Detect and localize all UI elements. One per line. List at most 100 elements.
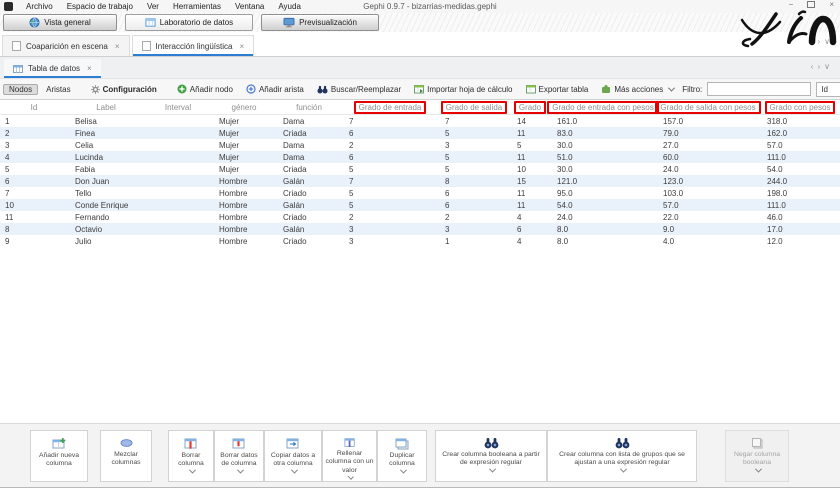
table-row[interactable]: 10Conde EnriqueHombreGalán561154.057.011… xyxy=(0,199,840,211)
column-header-5[interactable]: Grado de entrada xyxy=(342,101,438,114)
table-cell: 5 xyxy=(342,165,438,174)
table-cell: Hombre xyxy=(212,237,276,246)
table-row[interactable]: 11FernandoHombreCriado22424.022.046.0 xyxy=(0,211,840,223)
tab-nav-more-icon[interactable]: ∨ xyxy=(824,62,834,71)
menu-item-1[interactable]: Espacio de trabajo xyxy=(60,1,140,12)
column-action-button-5[interactable]: Rellenar columna con un valor xyxy=(322,430,377,482)
column-header-7[interactable]: Grado xyxy=(510,101,550,114)
tab-nav-more-icon[interactable]: ∨ xyxy=(824,37,834,46)
column-action-button-3[interactable]: Borrar datos de columna xyxy=(214,430,264,482)
table-cell: 17.0 xyxy=(760,225,840,234)
table-row[interactable]: 9JulioHombreCriado3148.04.012.0 xyxy=(0,235,840,247)
table-row[interactable]: 3CeliaMujerDama23530.027.057.0 xyxy=(0,139,840,151)
minimize-icon[interactable]: − xyxy=(789,0,794,9)
close-tab-icon[interactable]: × xyxy=(115,42,120,51)
menu-item-2[interactable]: Ver xyxy=(140,1,166,12)
column-header-1[interactable]: Label xyxy=(68,103,144,112)
column-header-0[interactable]: Id xyxy=(0,103,68,112)
tab-nav-controls[interactable]: ‹›∨ xyxy=(811,62,834,71)
table-row[interactable]: 1BelisaMujerDama7714161.0157.0318.0 xyxy=(0,115,840,127)
column-action-button-1[interactable]: Mezclar columnas xyxy=(100,430,152,482)
menu-item-4[interactable]: Ventana xyxy=(228,1,271,12)
table-cell: 24.0 xyxy=(656,165,760,174)
column-action-button-8[interactable]: Crear columna con lista de grupos que se… xyxy=(547,430,697,482)
table-cell: 1 xyxy=(0,117,68,126)
close-tab-icon[interactable]: × xyxy=(87,64,92,73)
column-header-4[interactable]: función xyxy=(276,103,342,112)
column-header-2[interactable]: Interval xyxy=(144,103,212,112)
add-node-button[interactable]: Añadir nodo xyxy=(172,83,238,95)
table-cell: 30.0 xyxy=(550,165,656,174)
table-cell: Octavio xyxy=(68,225,144,234)
table-cell: Don Juan xyxy=(68,177,144,186)
close-tab-icon[interactable]: × xyxy=(239,42,244,51)
column-action-button-4[interactable]: Copiar datos a otra columna xyxy=(264,430,322,482)
search-replace-button[interactable]: Buscar/Reemplazar xyxy=(312,84,406,95)
maximize-icon[interactable] xyxy=(807,1,815,8)
table-cell: 3 xyxy=(438,225,510,234)
column-action-button-0[interactable]: Añadir nueva columna xyxy=(30,430,88,482)
table-cell: 79.0 xyxy=(656,129,760,138)
table-copy-icon xyxy=(286,437,300,450)
table-row[interactable]: 4LucindaMujerDama651151.060.0111.0 xyxy=(0,151,840,163)
table-cell: 8.0 xyxy=(550,225,656,234)
filter-input[interactable] xyxy=(707,82,811,96)
tab-nav-controls[interactable]: ‹›∨ xyxy=(811,37,834,46)
table-cell: 162.0 xyxy=(760,129,840,138)
menu-item-3[interactable]: Herramientas xyxy=(166,1,228,12)
table-cell: 2 xyxy=(342,213,438,222)
table-row[interactable]: 5FabiaMujerCriada551030.024.054.0 xyxy=(0,163,840,175)
add-edge-button[interactable]: Añadir arista xyxy=(241,83,309,95)
table-cell: 11 xyxy=(510,129,550,138)
column-action-button-7[interactable]: Crear columna booleana a partir de expre… xyxy=(435,430,547,482)
nodes-button[interactable]: Nodos xyxy=(3,84,38,95)
workspace-mode-bar: Vista general Laboratorio de datos Previsu… xyxy=(0,13,840,32)
table-cell: Dama xyxy=(276,153,342,162)
menu-item-0[interactable]: Archivo xyxy=(19,1,60,12)
export-table-button[interactable]: Exportar tabla xyxy=(521,83,594,95)
column-action-button-6[interactable]: Duplicar columna xyxy=(377,430,427,482)
more-actions-button[interactable]: Más acciones xyxy=(596,83,679,95)
tab-tabla-de-datos[interactable]: Tabla de datos × xyxy=(4,59,101,78)
close-icon[interactable]: × xyxy=(829,0,834,9)
workspace-tab-0[interactable]: Coaparición en escena× xyxy=(2,35,130,56)
menu-item-5[interactable]: Ayuda xyxy=(271,1,308,12)
column-header-9[interactable]: Grado de salida con pesos xyxy=(656,101,760,114)
table-row[interactable]: 8OctavioHombreGalán3368.09.017.0 xyxy=(0,223,840,235)
table-cell: 7 xyxy=(0,189,68,198)
table-cell: 3 xyxy=(438,141,510,150)
table-cell: Hombre xyxy=(212,177,276,186)
column-header-3[interactable]: género xyxy=(212,103,276,112)
chevron-down-icon xyxy=(236,467,243,474)
column-header-10[interactable]: Grado con pesos xyxy=(760,101,840,114)
table-cell: 198.0 xyxy=(760,189,840,198)
mode-button-label: Laboratorio de datos xyxy=(160,18,233,27)
column-header-8[interactable]: Grado de entrada con pesos xyxy=(550,101,656,114)
table-row[interactable]: 7TelloHombreCriado561195.0103.0198.0 xyxy=(0,187,840,199)
mode-button-1[interactable]: Laboratorio de datos xyxy=(125,14,253,31)
table-cell: Mujer xyxy=(212,141,276,150)
mode-button-2[interactable]: Previsualización xyxy=(261,14,379,31)
table-row[interactable]: 2FineaMujerCriada651183.079.0162.0 xyxy=(0,127,840,139)
mode-button-0[interactable]: Vista general xyxy=(3,14,117,31)
column-header-6[interactable]: Grado de salida xyxy=(438,101,510,114)
table-row[interactable]: 6Don JuanHombreGalán7815121.0123.0244.0 xyxy=(0,175,840,187)
table-cell: 7 xyxy=(438,117,510,126)
table-cell: Criada xyxy=(276,165,342,174)
edges-button[interactable]: Aristas xyxy=(41,84,75,95)
filter-column-select[interactable]: Id xyxy=(816,82,840,97)
import-spreadsheet-button[interactable]: Importar hoja de cálculo xyxy=(409,83,517,95)
table-cell: 4 xyxy=(0,153,68,162)
workspace-tab-1[interactable]: Interacción lingüística× xyxy=(132,35,255,56)
table-cell: 54.0 xyxy=(550,201,656,210)
chevron-down-icon xyxy=(488,466,495,473)
table-cell: 8 xyxy=(0,225,68,234)
table-cell: 7 xyxy=(342,117,438,126)
configuration-button[interactable]: Configuración xyxy=(86,84,162,95)
filter-label: Filtro: xyxy=(682,85,702,94)
binoculars-icon xyxy=(484,437,499,449)
column-action-button-2[interactable]: Borrar columna xyxy=(168,430,214,482)
column-header-label: función xyxy=(296,103,322,112)
chevron-down-icon xyxy=(290,467,297,474)
table-cell: 3 xyxy=(342,237,438,246)
